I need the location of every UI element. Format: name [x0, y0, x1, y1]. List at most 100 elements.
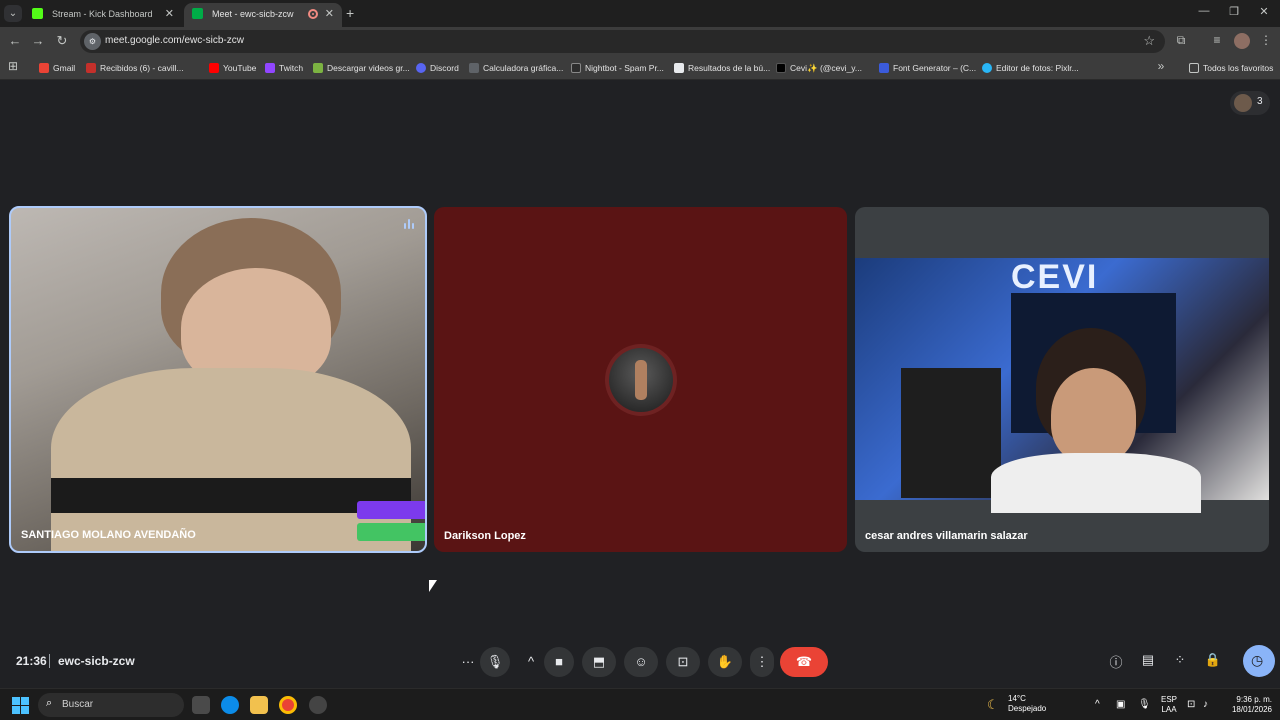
- more-bookmarks-chevron-icon[interactable]: »: [1152, 59, 1170, 73]
- kebab-icon: ⋮: [755, 654, 769, 669]
- bookmark-cevi[interactable]: Cevi✨ (@cevi_y...: [776, 60, 862, 76]
- meet-stage: 3 SANTIAGO MOLANO AVENDAÑO Darikson Lope…: [0, 81, 1280, 687]
- video-banner-text: CEVI: [1011, 258, 1099, 296]
- bookmark-discord[interactable]: Discord: [416, 60, 459, 76]
- language-indicator[interactable]: ESP LAA: [1161, 695, 1177, 715]
- tab-kick[interactable]: Stream - Kick Dashboard ✕: [24, 3, 182, 27]
- avatar-figure: [635, 360, 647, 400]
- microphone-tray-icon[interactable]: 🎙: [1138, 699, 1151, 710]
- bookmark-pixlr[interactable]: Editor de fotos: Pixlr...: [982, 60, 1079, 76]
- bookmark-star-icon[interactable]: ☆: [1143, 33, 1155, 49]
- captions-button[interactable]: ⊡: [666, 647, 700, 677]
- network-icon[interactable]: ⊡: [1187, 699, 1195, 710]
- chat-icon[interactable]: ▤: [1138, 652, 1158, 668]
- media-control-icon[interactable]: ≡: [1208, 33, 1226, 47]
- tab-search-button[interactable]: ⌄: [4, 5, 22, 22]
- edge-icon[interactable]: [221, 696, 239, 714]
- volume-icon[interactable]: ♪: [1203, 699, 1208, 710]
- system-clock[interactable]: 9:36 p. m. 18/01/2026: [1222, 695, 1272, 715]
- more-audio-options-icon[interactable]: ···: [454, 647, 482, 677]
- participant-name: SANTIAGO MOLANO AVENDAÑO: [21, 529, 196, 541]
- mail-icon: [86, 63, 96, 73]
- participants-chip[interactable]: 3: [1230, 91, 1270, 115]
- bookmark-descargar[interactable]: Descargar videos gr...: [313, 60, 410, 76]
- clock-date: 18/01/2026: [1231, 705, 1272, 714]
- windows-start-icon[interactable]: [12, 697, 29, 714]
- browser-toolbar: ← → ↻ ⚙ meet.google.com/ewc-sicb-zcw ☆ ⧉…: [0, 27, 1280, 56]
- participant-tile-cesar[interactable]: CEVI cesar andres villamarin salazar: [855, 207, 1269, 552]
- gmail-icon: [39, 63, 49, 73]
- address-bar[interactable]: ⚙ meet.google.com/ewc-sicb-zcw ☆: [80, 30, 1165, 53]
- present-icon: ⬒: [592, 654, 606, 669]
- bookmark-font-generator[interactable]: Font Generator – (C...: [879, 60, 976, 76]
- bookmark-label: Todos los favoritos: [1203, 63, 1274, 73]
- menu-kebab-icon[interactable]: ⋮: [1257, 33, 1275, 47]
- participant-tile-darikson[interactable]: Darikson Lopez: [434, 207, 847, 552]
- site-info-icon[interactable]: ⚙: [84, 33, 101, 50]
- app-icon[interactable]: [309, 696, 327, 714]
- video-person-face: [1051, 368, 1136, 463]
- close-tab-icon[interactable]: ✕: [165, 3, 174, 25]
- present-screen-button[interactable]: ⬒: [582, 647, 616, 677]
- activities-icon[interactable]: ⁘: [1170, 652, 1190, 668]
- apps-grid-icon[interactable]: ⊞: [4, 59, 22, 73]
- bookmarks-bar: ⊞ Gmail Recibidos (6) - cavill... YouTub…: [0, 56, 1280, 80]
- bookmark-recibidos[interactable]: Recibidos (6) - cavill...: [86, 60, 184, 76]
- microphone-button[interactable]: 🎙: [480, 647, 510, 677]
- chrome-icon[interactable]: [279, 696, 297, 714]
- bookmark-gmail[interactable]: Gmail: [39, 60, 75, 76]
- tray-app-icon[interactable]: ▣: [1116, 699, 1125, 710]
- reactions-button[interactable]: ☺: [624, 647, 658, 677]
- task-view-icon[interactable]: [192, 696, 210, 714]
- twitch-icon: [265, 63, 275, 73]
- meeting-info-icon[interactable]: ⓘ: [1106, 652, 1126, 671]
- calculator-icon: [469, 63, 479, 73]
- participant-tile-santiago[interactable]: SANTIAGO MOLANO AVENDAÑO: [9, 206, 427, 553]
- leave-call-button[interactable]: ☎: [780, 647, 828, 677]
- microphone-icon: 🎙: [486, 654, 504, 669]
- weather-widget[interactable]: 14°C Despejado: [1008, 694, 1046, 714]
- bookmark-twitch[interactable]: Twitch: [265, 60, 303, 76]
- recording-timer-button[interactable]: ◷: [1243, 645, 1275, 677]
- tab-title: Meet - ewc-sicb-zcw: [212, 9, 294, 19]
- hand-icon: ✋: [716, 654, 734, 669]
- bookmark-calculadora[interactable]: Calculadora gráfica...: [469, 60, 563, 76]
- close-tab-icon[interactable]: ✕: [325, 3, 334, 25]
- bookmark-youtube[interactable]: YouTube: [209, 60, 256, 76]
- moon-icon: ☾: [987, 697, 999, 712]
- folder-icon: [1189, 63, 1199, 73]
- bookmark-label: Calculadora gráfica...: [483, 63, 564, 73]
- bookmark-label: Gmail: [53, 63, 76, 73]
- tab-meet[interactable]: Meet - ewc-sicb-zcw ✕: [184, 3, 342, 27]
- close-window-icon[interactable]: ✕: [1249, 5, 1279, 18]
- bookmark-nightbot[interactable]: Nightbot - Spam Pr...: [571, 60, 664, 76]
- video-options-chevron-icon[interactable]: ^: [517, 647, 545, 677]
- camera-button[interactable]: ■: [544, 647, 574, 677]
- forward-icon[interactable]: →: [29, 33, 47, 48]
- bookmark-label: YouTube: [223, 63, 257, 73]
- url-text[interactable]: meet.google.com/ewc-sicb-zcw: [105, 35, 244, 46]
- chevron-up-icon[interactable]: ^: [1095, 699, 1100, 710]
- more-options-button[interactable]: ⋮: [750, 647, 774, 677]
- all-bookmarks-folder[interactable]: Todos los favoritos: [1189, 60, 1273, 76]
- camera-icon: ■: [555, 654, 563, 669]
- new-tab-button[interactable]: +: [346, 5, 354, 21]
- search-placeholder: Buscar: [62, 699, 94, 710]
- meeting-time: 21:36: [16, 654, 47, 668]
- host-controls-icon[interactable]: 🔒: [1203, 652, 1223, 668]
- meeting-code: ewc-sicb-zcw: [58, 654, 135, 668]
- reload-icon[interactable]: ↻: [53, 33, 71, 49]
- video-person-shirt: [991, 453, 1201, 513]
- minimize-icon[interactable]: —: [1189, 5, 1219, 17]
- file-explorer-icon[interactable]: [250, 696, 268, 714]
- participant-avatar: [1234, 94, 1252, 112]
- profile-avatar[interactable]: [1234, 33, 1250, 49]
- back-icon[interactable]: ←: [6, 33, 24, 48]
- bookmark-resultados[interactable]: Resultados de la bú...: [674, 60, 770, 76]
- bookmark-label: Nightbot - Spam Pr...: [585, 63, 664, 73]
- extensions-icon[interactable]: ⧉: [1172, 33, 1190, 48]
- speaking-indicator-icon: [402, 217, 416, 231]
- taskbar-search[interactable]: ⌕ Buscar: [38, 693, 184, 717]
- restore-icon[interactable]: ❐: [1219, 5, 1249, 18]
- raise-hand-button[interactable]: ✋: [708, 647, 742, 677]
